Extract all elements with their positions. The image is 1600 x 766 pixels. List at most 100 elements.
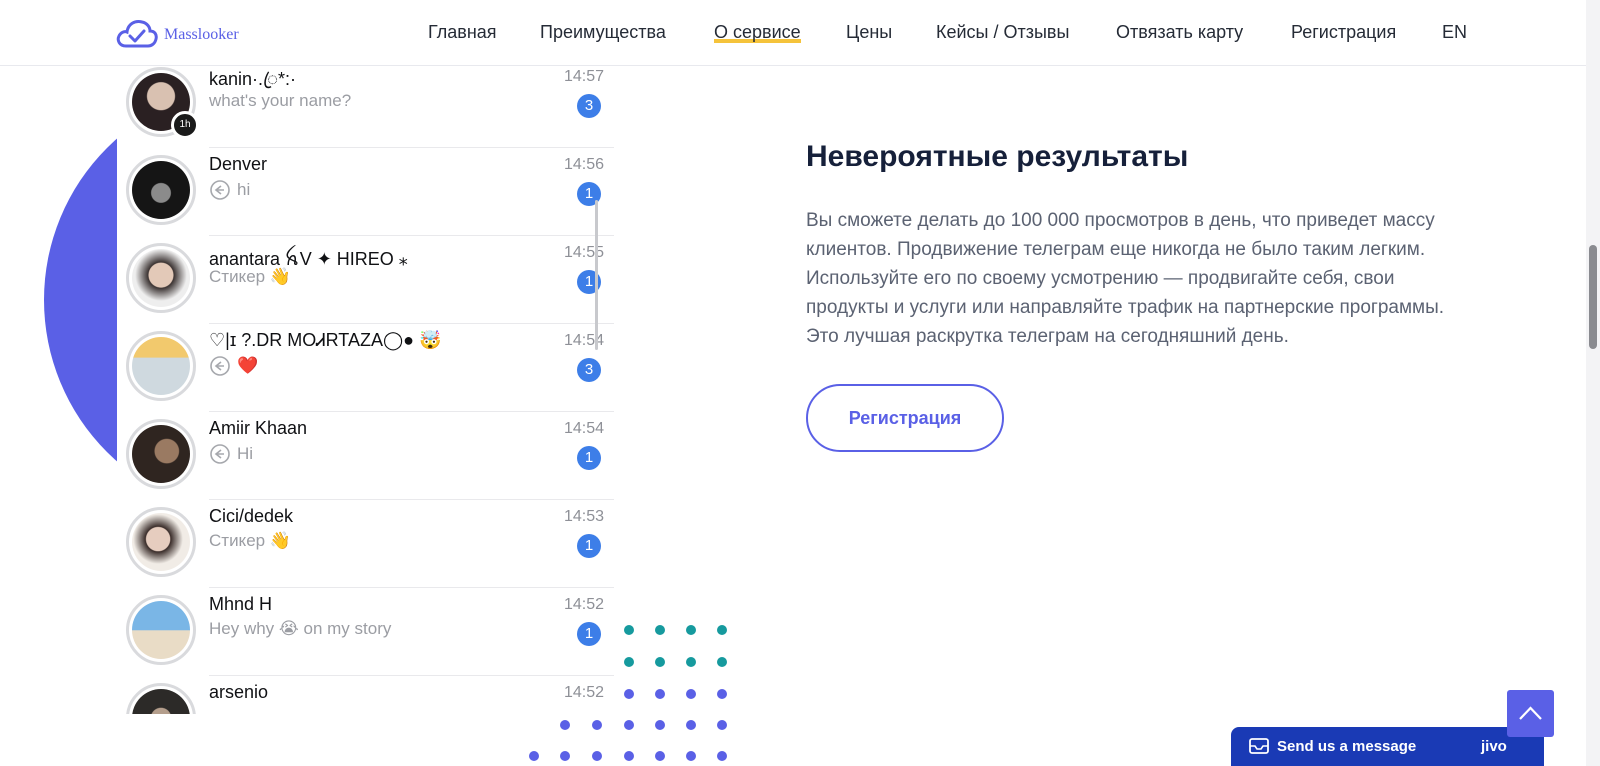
decorative-dot — [592, 751, 602, 761]
unread-badge: 1 — [577, 446, 601, 470]
decorative-dot — [655, 625, 665, 635]
chat-preview-text: hi — [237, 180, 251, 199]
scroll-to-top-button[interactable] — [1507, 690, 1554, 737]
nav-prices[interactable]: Цены — [846, 19, 892, 45]
chat-preview-text: what's your name? — [209, 91, 352, 110]
decorative-dot — [655, 689, 665, 699]
chat-name: Mhnd H — [209, 594, 273, 614]
decorative-dot — [529, 751, 539, 761]
decorative-dot — [717, 751, 727, 761]
decorative-dot — [624, 625, 634, 635]
page-scrollbar-thumb[interactable] — [1589, 245, 1597, 349]
avatar — [126, 595, 196, 665]
nav-registration[interactable]: Регистрация — [1291, 19, 1396, 45]
decorative-dot — [717, 625, 727, 635]
nav-unlink-card[interactable]: Отвязать карту — [1116, 19, 1243, 45]
chevron-up-icon — [1519, 706, 1542, 720]
chat-name: arsenio — [209, 682, 269, 702]
chat-name: ♡|ɪ ?.DR MOᏗRTAZA◯● 🤯 — [209, 330, 442, 350]
unread-badge: 1 — [577, 622, 601, 646]
chat-time: 14:52 — [563, 596, 604, 613]
nav-cases-reviews[interactable]: Кейсы / Отзывы — [936, 19, 1069, 45]
site-header: Masslooker Главная Преимущества О сервис… — [0, 0, 1586, 66]
chat-preview-text: Стикер 👋 — [209, 267, 291, 286]
chat-preview-text: ❤️ — [237, 356, 259, 375]
chat-preview: ❤️ — [209, 355, 258, 377]
chat-time: 14:52 — [563, 684, 604, 701]
chat-time: 14:56 — [563, 156, 604, 173]
chat-time: 14:57 — [563, 68, 604, 85]
reply-arrow-icon — [210, 444, 230, 464]
decorative-dot — [686, 720, 696, 730]
chat-preview: Стикер 👋 — [209, 267, 291, 287]
chat-time: 14:53 — [563, 508, 604, 525]
avatar — [126, 683, 196, 714]
logo[interactable]: Masslooker — [116, 16, 239, 50]
decorative-dot — [624, 751, 634, 761]
decorative-dot — [624, 689, 634, 699]
chat-preview: Hey why 😭 on my story — [209, 619, 391, 639]
chat-widget-brand: jivo — [1481, 738, 1507, 755]
chat-row: Mhnd H 14:52 Hey why 😭 on my story 1 — [117, 588, 614, 676]
chat-widget-label: Send us a message — [1277, 738, 1417, 755]
decorative-dot — [686, 751, 696, 761]
chat-name: Amiir Khaan — [209, 418, 308, 438]
chat-preview-text: Hey why 😭 on my story — [209, 619, 392, 638]
section-heading: Невероятные результаты — [806, 140, 1189, 173]
decorative-dot — [655, 720, 665, 730]
decorative-dot — [560, 720, 570, 730]
nav-advantages[interactable]: Преимущества — [540, 19, 666, 45]
cloud-check-icon — [116, 20, 158, 48]
chat-widget-button[interactable]: Send us a message jivo — [1231, 727, 1544, 766]
decorative-dot — [655, 657, 665, 667]
nav-home[interactable]: Главная — [428, 19, 497, 45]
chat-preview-text: Hi — [237, 444, 254, 463]
unread-badge: 3 — [577, 358, 601, 382]
avatar — [126, 507, 196, 577]
page-scrollbar[interactable] — [1586, 0, 1600, 766]
mail-icon — [1249, 738, 1269, 754]
chat-row: 1h kanin·.ꦿ*:· 14:57 what's your name? 3 — [117, 60, 614, 148]
avatar — [126, 243, 196, 313]
logo-text: Masslooker — [164, 26, 239, 43]
chat-preview: hi — [209, 179, 250, 201]
avatar — [126, 419, 196, 489]
chat-name: Denver — [209, 154, 268, 174]
avatar — [126, 331, 196, 401]
reply-arrow-icon — [210, 356, 230, 376]
story-badge: 1h — [171, 111, 199, 139]
chat-scrollbar — [595, 200, 598, 350]
decorative-dot — [655, 751, 665, 761]
avatar — [126, 155, 196, 225]
decorative-dot — [717, 657, 727, 667]
chat-row: Amiir Khaan 14:54 Hi 1 — [117, 412, 614, 500]
unread-badge: 1 — [577, 534, 601, 558]
reply-arrow-icon — [210, 180, 230, 200]
decorative-dot — [624, 720, 634, 730]
decorative-dot — [686, 657, 696, 667]
chat-row: Cici/dedek 14:53 Стикер 👋 1 — [117, 500, 614, 588]
chat-name: Cici/dedek — [209, 506, 294, 526]
chat-time: 14:54 — [563, 420, 604, 437]
chat-row: arsenio 14:52 — [117, 676, 614, 714]
chat-list-screenshot: 1h kanin·.ꦿ*:· 14:57 what's your name? 3… — [117, 60, 614, 714]
chat-preview: Стикер 👋 — [209, 531, 291, 551]
chat-preview-text: Стикер 👋 — [209, 531, 291, 550]
unread-badge: 3 — [577, 94, 601, 118]
decorative-dot — [717, 720, 727, 730]
section-description: Вы сможете делать до 100 000 просмотров … — [806, 210, 1445, 347]
decorative-dot — [624, 657, 634, 667]
chat-preview: what's your name? — [209, 91, 351, 111]
chat-row: ♡|ɪ ?.DR MOᏗRTAZA◯● 🤯 14:54 ❤️ 3 — [117, 324, 614, 412]
chat-row: anantara ꫝV ✦ HIREO ⁎ 14:55 Стикер 👋 1 — [117, 236, 614, 324]
decorative-dot — [686, 689, 696, 699]
decorative-dot — [560, 751, 570, 761]
registration-button[interactable]: Регистрация — [806, 384, 1004, 452]
decorative-dot — [717, 689, 727, 699]
nav-about-service[interactable]: О сервисе — [714, 19, 801, 45]
nav-language-en[interactable]: EN — [1442, 19, 1467, 45]
decorative-dot — [686, 625, 696, 635]
chat-row: Denver 14:56 hi 1 — [117, 148, 614, 236]
chat-preview: Hi — [209, 443, 253, 465]
decorative-dot — [592, 720, 602, 730]
